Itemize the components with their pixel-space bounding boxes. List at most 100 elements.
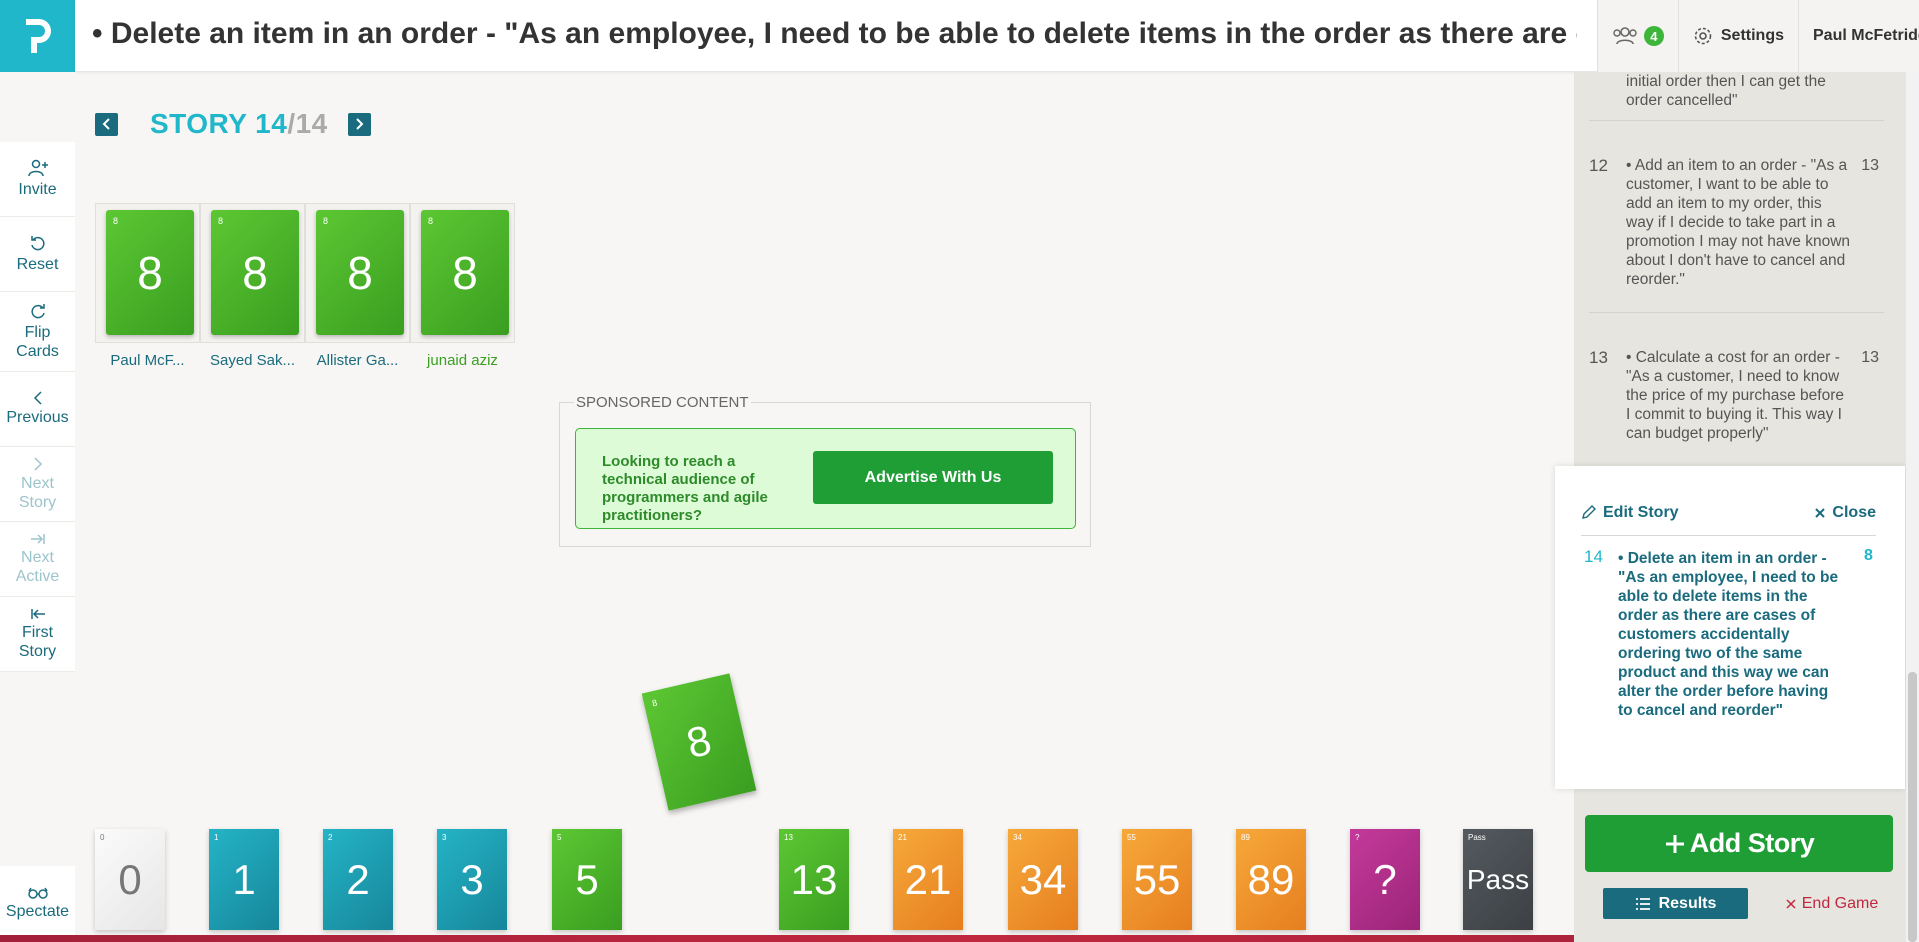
- close-button[interactable]: Close: [1814, 504, 1876, 535]
- card-value: 34: [1019, 855, 1067, 903]
- next-story-label: Next Story: [18, 474, 57, 511]
- card-corner-value: 8: [428, 216, 434, 226]
- list-icon: [1635, 897, 1650, 910]
- deck-card-2[interactable]: 22: [323, 829, 393, 930]
- played-card-slot: 88: [95, 203, 200, 343]
- prev-story-arrow[interactable]: [95, 112, 118, 136]
- players-button[interactable]: 4: [1596, 0, 1678, 72]
- card-corner-value: 8: [113, 216, 119, 226]
- add-story-button[interactable]: Add Story: [1585, 815, 1893, 872]
- deck-card-13[interactable]: 13 13: [779, 829, 849, 930]
- card-corner-value: 0: [100, 833, 105, 842]
- chevron-left-icon: [102, 118, 110, 130]
- deck-card-55[interactable]: 55 55: [1122, 829, 1192, 930]
- end-game-label: End Game: [1801, 894, 1879, 912]
- deck-card-89[interactable]: 89 89: [1236, 829, 1306, 930]
- deck-card-3[interactable]: 33: [437, 829, 507, 930]
- top-header: • Delete an item in an order - "As an em…: [75, 0, 1919, 72]
- edit-story-button[interactable]: Edit Story: [1581, 504, 1679, 535]
- flip-cards-button[interactable]: Flip Cards: [0, 292, 75, 372]
- card-value: 3: [460, 855, 484, 903]
- card-value: 2: [346, 855, 370, 903]
- card-corner-value: 34: [1013, 833, 1022, 842]
- story-current: STORY 14: [150, 108, 288, 139]
- card-corner-value: 8: [323, 216, 329, 226]
- panel-scrollbar[interactable]: [1906, 72, 1919, 942]
- played-card-slot: 88: [305, 203, 410, 343]
- player-name: Paul McF...: [110, 352, 185, 369]
- edit-story-header: Edit Story Close: [1581, 504, 1876, 536]
- card-value: ?: [1373, 855, 1397, 903]
- next-story-button[interactable]: Next Story: [0, 447, 75, 522]
- page-title: • Delete an item in an order - "As an em…: [92, 17, 1577, 50]
- user-name: Paul McFetridge: [1813, 27, 1919, 44]
- deck-card-21[interactable]: 21 21: [893, 829, 963, 930]
- arrow-to-left-icon: [30, 608, 45, 619]
- advertise-button[interactable]: Advertise With Us: [813, 451, 1053, 504]
- gear-icon: [1694, 27, 1712, 45]
- end-game-button[interactable]: End Game: [1782, 888, 1882, 919]
- sponsored-label: SPONSORED CONTENT: [574, 394, 751, 411]
- sponsored-text: Looking to reach a technical audience of…: [602, 453, 768, 524]
- story-text: • Add an item to an order - "As a custom…: [1626, 157, 1851, 288]
- card-value: 8: [347, 246, 373, 299]
- reset-label: Reset: [16, 256, 59, 273]
- settings-button[interactable]: Settings: [1677, 0, 1798, 72]
- reset-button[interactable]: Reset: [0, 217, 75, 292]
- previous-button[interactable]: Previous: [0, 372, 75, 447]
- chevron-right-icon: [33, 456, 42, 471]
- story-points: 13: [1861, 157, 1879, 174]
- card-corner-value: Pass: [1468, 833, 1486, 842]
- card-value: 55: [1133, 855, 1181, 903]
- story-navigation: STORY 14/14: [95, 108, 371, 140]
- story-points: 13: [1861, 349, 1879, 366]
- card-value: 8: [452, 246, 478, 299]
- header-actions: 4 Settings Paul McFetridge: [1596, 0, 1919, 72]
- add-user-icon: [27, 159, 48, 177]
- card-value: 0: [118, 855, 142, 903]
- deck-card-0[interactable]: 00: [95, 829, 165, 930]
- deck-card-5[interactable]: 55: [552, 829, 622, 930]
- played-card: 88: [316, 210, 404, 335]
- played-card: 88: [211, 210, 299, 335]
- plus-icon: [1665, 834, 1684, 853]
- settings-label: Settings: [1720, 27, 1784, 44]
- chevron-right-icon: [356, 118, 364, 130]
- deck-card-1[interactable]: 11: [209, 829, 279, 930]
- invite-button[interactable]: Invite: [0, 142, 75, 217]
- add-story-label: Add Story: [1689, 828, 1815, 858]
- card-corner-value: ?: [1355, 833, 1360, 842]
- active-story-text: • Delete an item in an order - "As an em…: [1618, 550, 1839, 719]
- previous-label: Previous: [6, 409, 69, 426]
- scroll-thumb[interactable]: [1908, 672, 1917, 942]
- left-sidebar: Invite Reset Flip Cards Previous Next St…: [0, 142, 75, 672]
- deck-card-pass[interactable]: Pass Pass: [1463, 829, 1533, 930]
- card-corner-value: 3: [442, 833, 447, 842]
- user-menu[interactable]: Paul McFetridge: [1798, 0, 1919, 72]
- next-active-label: Next Active: [15, 548, 60, 585]
- users-icon: [1613, 27, 1637, 45]
- close-icon: [1815, 508, 1826, 518]
- story-text: initial order then I can get the order c…: [1626, 73, 1826, 109]
- glasses-icon: [27, 887, 48, 899]
- played-card-names: Paul McF... Sayed Sak... Allister Ga... …: [95, 352, 515, 369]
- results-label: Results: [1658, 894, 1717, 912]
- results-button[interactable]: Results: [1603, 888, 1748, 919]
- spectate-button[interactable]: Spectate: [0, 866, 75, 942]
- next-story-arrow[interactable]: [347, 112, 371, 136]
- divider: [1589, 312, 1884, 313]
- card-corner-value: 55: [1127, 833, 1136, 842]
- player-name: Allister Ga...: [316, 352, 399, 369]
- card-value: 5: [575, 855, 599, 903]
- deck-card-question[interactable]: ??: [1350, 829, 1420, 930]
- next-active-button[interactable]: Next Active: [0, 522, 75, 597]
- card-corner-value: 5: [557, 833, 562, 842]
- active-story-points: 8: [1864, 547, 1873, 564]
- deck-card-34[interactable]: 34 34: [1008, 829, 1078, 930]
- app-logo[interactable]: [0, 0, 75, 72]
- edit-story-panel: Edit Story Close 14 • Delete an item in …: [1555, 466, 1905, 789]
- card-value: 8: [682, 715, 716, 768]
- first-story-button[interactable]: First Story: [0, 597, 75, 672]
- card-value: 13: [790, 855, 838, 903]
- player-name: junaid aziz: [427, 352, 498, 369]
